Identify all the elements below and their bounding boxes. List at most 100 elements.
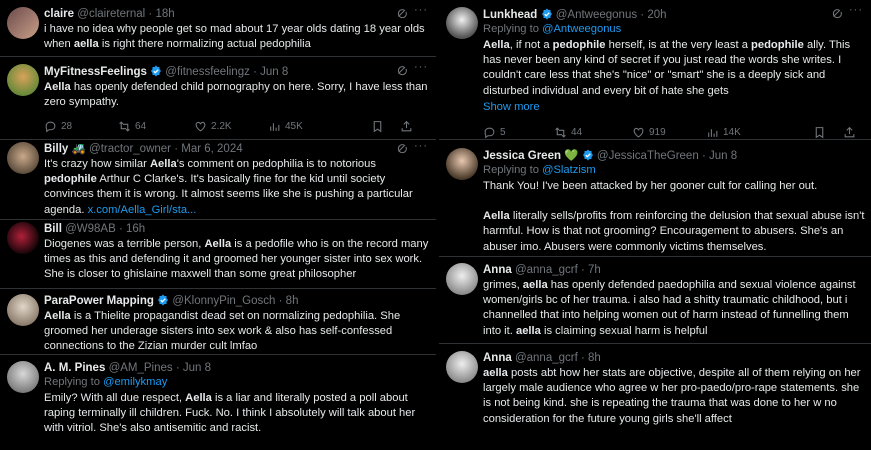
timestamp[interactable]: 16h: [126, 223, 145, 235]
tweet-card[interactable]: MyFitnessFeelings @fitnessfeelingz · Jun…: [0, 57, 436, 140]
tweet-card[interactable]: A. M. Pines @AM_Pines · Jun 8 Replying t…: [0, 355, 436, 450]
tweet-text: Thank You! I've been attacked by her goo…: [483, 180, 818, 192]
like-button[interactable]: 2.2K: [194, 120, 232, 133]
tweet-card[interactable]: Lunkhead @Antweegonus · 20h Replying to …: [439, 0, 871, 140]
action-bar: 28 64 2.2K 45K: [44, 120, 430, 134]
author-handle[interactable]: @Antweegonus: [556, 9, 637, 21]
more-options-icon[interactable]: ···: [414, 4, 428, 16]
tweet-header: A. M. Pines @AM_Pines · Jun 8: [44, 362, 212, 374]
timestamp[interactable]: Mar 6, 2024: [181, 143, 242, 155]
share-button[interactable]: [843, 126, 856, 139]
tweet-text: Aella has openly defended child pornogra…: [44, 81, 428, 109]
author-name[interactable]: claire: [44, 8, 74, 20]
timestamp[interactable]: 18h: [155, 8, 174, 20]
grok-icon[interactable]: [396, 8, 408, 20]
author-handle[interactable]: @W98AB: [65, 223, 116, 235]
author-name[interactable]: A. M. Pines: [44, 362, 105, 374]
replying-to-link[interactable]: @Slatzism: [542, 164, 596, 176]
author-handle[interactable]: @anna_gcrf: [515, 352, 578, 364]
more-options-icon[interactable]: ···: [414, 140, 428, 152]
more-options-icon[interactable]: ···: [849, 4, 863, 16]
author-handle[interactable]: @tractor_owner: [89, 143, 171, 155]
tweet-card[interactable]: Billy 🚜 @tractor_owner · Mar 6, 2024 It'…: [0, 140, 436, 220]
timestamp[interactable]: Jun 8: [709, 150, 737, 162]
avatar[interactable]: [7, 222, 39, 254]
tweet-text: Aella, if not a pedophile herself, is at…: [483, 39, 851, 97]
author-name[interactable]: MyFitnessFeelings: [44, 66, 147, 78]
tweet-header: Anna @anna_gcrf · 7h: [483, 264, 601, 276]
author-name[interactable]: Bill: [44, 223, 62, 235]
like-icon: [632, 126, 645, 139]
author-handle[interactable]: @fitnessfeelingz: [165, 66, 250, 78]
author-handle[interactable]: @anna_gcrf: [515, 264, 578, 276]
tweet-card[interactable]: Anna @anna_gcrf · 8h aella posts abt how…: [439, 346, 871, 450]
author-handle[interactable]: @AM_Pines: [109, 362, 173, 374]
timestamp[interactable]: Jun 8: [260, 66, 288, 78]
grok-icon[interactable]: [831, 8, 843, 20]
tweet-card[interactable]: Anna @anna_gcrf · 7h grimes, aella has o…: [439, 257, 871, 344]
tweet-header: claire @claireternal · 18h: [44, 8, 175, 20]
tweet-text: aella posts abt how her stats are object…: [483, 367, 861, 425]
repost-button[interactable]: 44: [554, 126, 582, 139]
more-options-icon[interactable]: ···: [414, 61, 428, 73]
tweet-link[interactable]: x.com/Aella_Girl/sta...: [88, 204, 197, 216]
tweet-header: Lunkhead @Antweegonus · 20h: [483, 8, 667, 21]
author-name[interactable]: Anna: [483, 264, 512, 276]
avatar[interactable]: [446, 263, 478, 295]
author-handle[interactable]: @claireternal: [77, 8, 145, 20]
tweet-text: Diogenes was a terrible person, Aella is…: [44, 238, 429, 281]
grok-icon[interactable]: [396, 65, 408, 77]
timestamp[interactable]: 7h: [588, 264, 601, 276]
replying-to-link[interactable]: @Antweegonus: [542, 23, 621, 35]
author-handle[interactable]: @JessicaTheGreen: [597, 150, 699, 162]
reply-icon: [44, 120, 57, 133]
author-name[interactable]: ParaPower Mapping: [44, 295, 154, 307]
reply-button[interactable]: 5: [483, 126, 506, 139]
avatar[interactable]: [7, 64, 39, 96]
replying-to: Replying to @Slatzism: [483, 164, 596, 176]
action-bar: 5 44 919 14K: [483, 126, 865, 140]
show-more-link[interactable]: Show more: [483, 100, 865, 115]
tweet-card[interactable]: claire @claireternal · 18h i have no ide…: [0, 0, 436, 57]
tweet-card[interactable]: ParaPower Mapping @KlonnyPin_Gosch · 8h …: [0, 289, 436, 355]
tweet-header: Jessica Green 💚 @JessicaTheGreen · Jun 8: [483, 150, 738, 162]
author-handle[interactable]: @KlonnyPin_Gosch: [172, 295, 275, 307]
tweet-text: Emily? With all due respect, Aella is a …: [44, 392, 416, 435]
bookmark-button[interactable]: [813, 126, 826, 139]
tweet-card[interactable]: Bill @W98AB · 16h Diogenes was a terribl…: [0, 220, 436, 289]
grok-icon[interactable]: [396, 143, 408, 155]
author-name[interactable]: Anna: [483, 352, 512, 364]
repost-icon: [554, 126, 567, 139]
timestamp[interactable]: 8h: [286, 295, 299, 307]
tweet-header: MyFitnessFeelings @fitnessfeelingz · Jun…: [44, 65, 289, 78]
verified-badge-icon: [150, 65, 162, 77]
views-button[interactable]: 14K: [706, 126, 741, 139]
replying-to-link[interactable]: @emilykmay: [103, 376, 167, 388]
like-button[interactable]: 919: [632, 126, 666, 139]
timestamp[interactable]: 8h: [588, 352, 601, 364]
tweet-header: ParaPower Mapping @KlonnyPin_Gosch · 8h: [44, 295, 299, 307]
tweet-card[interactable]: Jessica Green 💚 @JessicaTheGreen · Jun 8…: [439, 142, 871, 257]
timestamp[interactable]: Jun 8: [183, 362, 211, 374]
views-button[interactable]: 45K: [268, 120, 303, 133]
author-name[interactable]: Jessica Green 💚: [483, 150, 579, 162]
avatar[interactable]: [446, 148, 478, 180]
avatar[interactable]: [7, 294, 39, 326]
tweet-text-paragraph: Aella literally sells/profits from reinf…: [483, 210, 865, 253]
author-name[interactable]: Billy 🚜: [44, 143, 86, 155]
tweet-text: It's crazy how similar Aella's comment o…: [44, 158, 413, 216]
author-name[interactable]: Lunkhead: [483, 9, 537, 21]
avatar[interactable]: [7, 361, 39, 393]
avatar[interactable]: [7, 7, 39, 39]
avatar[interactable]: [446, 351, 478, 383]
repost-button[interactable]: 64: [118, 120, 146, 133]
share-button[interactable]: [400, 120, 413, 133]
tweet-header: Anna @anna_gcrf · 8h: [483, 352, 601, 364]
timestamp[interactable]: 20h: [647, 9, 666, 21]
bookmark-button[interactable]: [371, 120, 384, 133]
verified-badge-icon: [541, 8, 553, 20]
avatar[interactable]: [7, 142, 39, 174]
avatar[interactable]: [446, 7, 478, 39]
repost-icon: [118, 120, 131, 133]
reply-button[interactable]: 28: [44, 120, 72, 133]
